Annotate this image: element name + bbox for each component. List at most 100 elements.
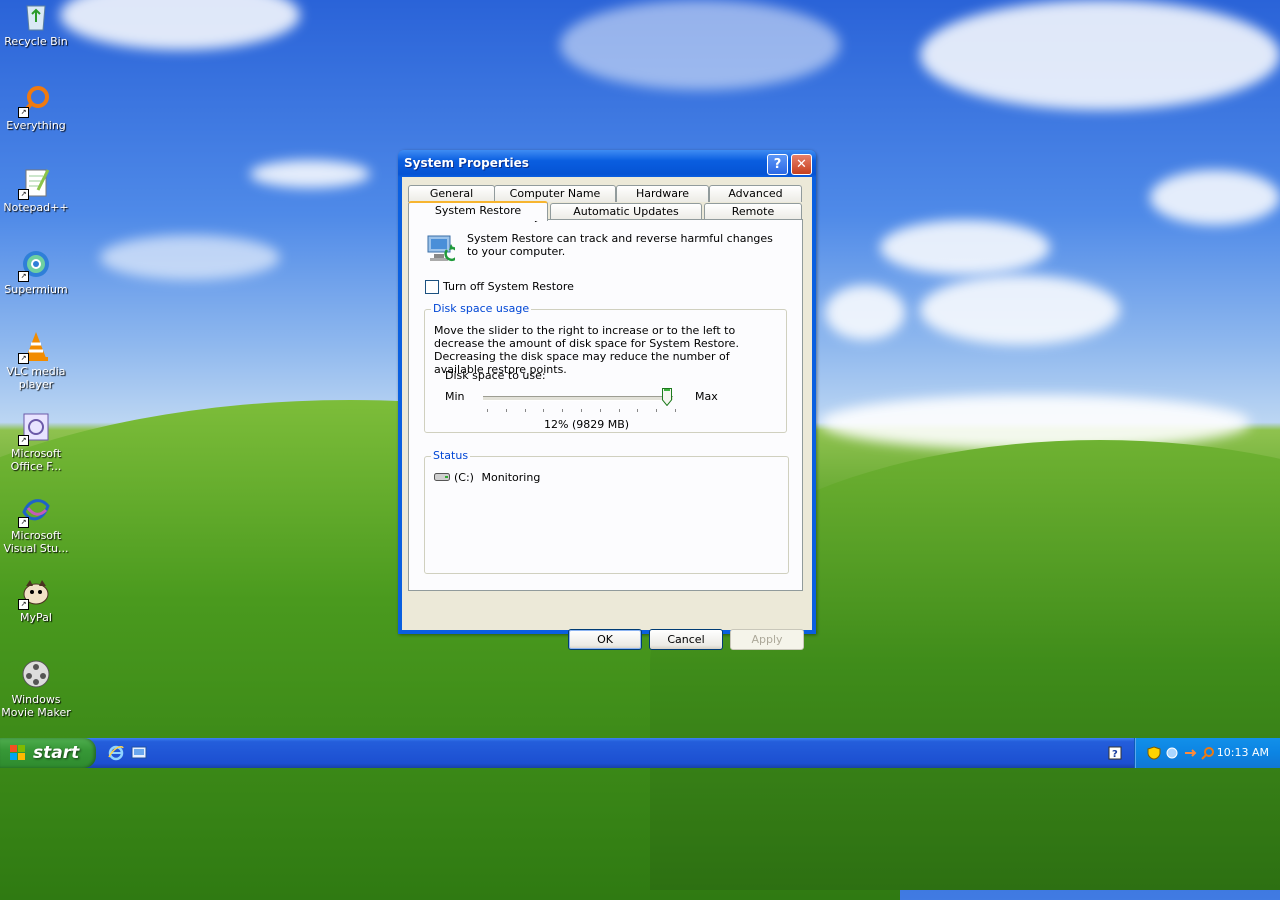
status-state: Monitoring xyxy=(481,471,541,484)
tab-computer-name[interactable]: Computer Name xyxy=(494,185,616,202)
tab-label: Computer Name xyxy=(509,187,601,200)
tab-hardware[interactable]: Hardware xyxy=(616,185,709,202)
desktop-icon-supermium[interactable]: ↗ Supermium xyxy=(0,248,72,296)
mypal-browser-icon: ↗ xyxy=(18,576,52,610)
desktop-icon-recycle-bin[interactable]: Recycle Bin xyxy=(0,0,72,48)
turn-off-system-restore-option[interactable]: Turn off System Restore xyxy=(425,280,574,294)
close-button[interactable]: ✕ xyxy=(791,154,812,175)
tab-label: System Restore xyxy=(434,204,522,217)
shortcut-arrow-icon: ↗ xyxy=(18,517,29,528)
slider-tick xyxy=(618,409,620,412)
shortcut-arrow-icon: ↗ xyxy=(18,271,29,282)
apply-button-label: Apply xyxy=(751,633,783,646)
status-group-title: Status xyxy=(431,449,471,462)
desktop-icon-mypal[interactable]: ↗ MyPal xyxy=(0,576,72,624)
desktop-icon-label: Windows Movie Maker xyxy=(1,693,71,719)
arrow-tray-icon[interactable] xyxy=(1183,746,1197,760)
notepad-plus-plus-icon: ↗ xyxy=(18,166,52,200)
network-icon[interactable] xyxy=(1165,746,1179,760)
desktop-icon-label: MyPal xyxy=(20,611,52,624)
desktop-icon-vlc[interactable]: ↗ VLC media player xyxy=(0,330,72,391)
taskbar: start ? 10:13 AM xyxy=(0,738,1280,768)
supermium-browser-icon: ↗ xyxy=(18,248,52,282)
start-button[interactable]: start xyxy=(0,738,96,768)
window-titlebar[interactable]: System Properties ? ✕ xyxy=(398,150,816,177)
disk-space-value: 12% (9829 MB) xyxy=(544,418,630,431)
tab-label: General xyxy=(429,187,474,200)
movie-maker-icon xyxy=(20,658,52,690)
slider-tick xyxy=(581,409,582,412)
help-icon: ? xyxy=(773,157,782,172)
office-file-icon: ↗ xyxy=(18,412,52,446)
desktop-icon-movie-maker[interactable]: Windows Movie Maker xyxy=(0,658,72,719)
disk-space-slider-track[interactable] xyxy=(483,396,673,401)
close-icon: ✕ xyxy=(796,157,807,172)
dialog-client-area: General Computer Name Hardware Advanced … xyxy=(402,177,812,650)
show-desktop-icon[interactable] xyxy=(131,745,147,761)
disk-space-group-title: Disk space usage xyxy=(431,302,532,315)
cancel-button[interactable]: Cancel xyxy=(649,629,723,650)
slider-tick xyxy=(524,409,526,412)
hard-drive-icon xyxy=(434,472,450,485)
slider-tick xyxy=(656,409,658,412)
desktop-icon-notepad-plus-plus[interactable]: ↗ Notepad++ xyxy=(0,166,72,214)
system-tray: 10:13 AM xyxy=(1134,738,1280,768)
shortcut-arrow-icon: ↗ xyxy=(18,189,29,200)
shortcut-arrow-icon: ↗ xyxy=(18,107,29,118)
slider-max-label: Max xyxy=(695,390,718,403)
shortcut-arrow-icon: ↗ xyxy=(18,353,29,364)
tab-system-restore[interactable]: System Restore xyxy=(408,201,548,221)
help-tray-icon[interactable]: ? xyxy=(1108,746,1122,760)
tab-advanced[interactable]: Advanced xyxy=(709,185,802,202)
vlc-cone-icon: ↗ xyxy=(18,330,52,364)
tab-label: Advanced xyxy=(728,187,783,200)
shortcut-arrow-icon: ↗ xyxy=(18,599,29,610)
tab-general[interactable]: General xyxy=(408,185,495,202)
desktop-icon-label: Microsoft Visual Stu... xyxy=(3,529,69,555)
status-drive-row[interactable]: (C:) Monitoring xyxy=(434,471,540,485)
slider-tick xyxy=(675,409,676,412)
system-restore-icon xyxy=(425,232,459,264)
disk-space-slider-thumb[interactable] xyxy=(662,388,673,407)
desktop-icon-label: Microsoft Office F... xyxy=(10,447,62,473)
desktop-icon-label: Everything xyxy=(6,119,66,132)
tab-label: Hardware xyxy=(635,187,690,200)
windows-logo-icon xyxy=(10,745,26,761)
everything-tray-icon[interactable] xyxy=(1201,746,1215,760)
security-shield-icon[interactable] xyxy=(1147,746,1161,760)
internet-explorer-icon[interactable] xyxy=(108,745,124,761)
intro-text: System Restore can track and reverse har… xyxy=(467,232,773,258)
disk-space-usage-group: Disk space usage Move the slider to the … xyxy=(424,302,787,433)
desktop-icon-label: VLC media player xyxy=(6,365,66,391)
desktop-icon-everything[interactable]: ↗ Everything xyxy=(0,84,72,132)
slider-tick xyxy=(487,409,488,412)
start-label: start xyxy=(33,743,80,763)
cancel-button-label: Cancel xyxy=(667,633,705,646)
ok-button[interactable]: OK xyxy=(568,629,642,650)
slider-tick xyxy=(562,409,564,412)
turn-off-system-restore-label: Turn off System Restore xyxy=(443,280,574,293)
disk-space-to-use-label: Disk space to use: xyxy=(445,369,546,382)
status-group: Status (C:) Monitoring xyxy=(424,449,789,574)
desktop-icon-office-file[interactable]: ↗ Microsoft Office F... xyxy=(0,412,72,473)
everything-search-icon: ↗ xyxy=(18,84,52,118)
slider-tick xyxy=(505,409,507,412)
turn-off-system-restore-checkbox[interactable] xyxy=(425,280,439,294)
desktop-icon-label: Notepad++ xyxy=(3,201,69,214)
slider-tick xyxy=(543,409,545,412)
desktop-icon-visual-studio[interactable]: ↗ Microsoft Visual Stu... xyxy=(0,494,72,555)
status-drive: (C:) xyxy=(454,471,474,484)
help-button[interactable]: ? xyxy=(767,154,788,175)
tab-automatic-updates[interactable]: Automatic Updates xyxy=(550,203,702,220)
shortcut-arrow-icon: ↗ xyxy=(18,435,29,446)
desktop-icon-label: Supermium xyxy=(4,283,68,296)
ok-button-label: OK xyxy=(597,633,613,646)
window-title: System Properties xyxy=(404,156,529,170)
tab-label: Remote xyxy=(731,205,775,218)
system-restore-panel: System Restore can track and reverse har… xyxy=(408,219,803,591)
tab-remote[interactable]: Remote xyxy=(704,203,802,220)
slider-min-label: Min xyxy=(445,390,465,403)
system-properties-window: System Properties ? ✕ General Computer N… xyxy=(398,150,816,650)
slider-tick xyxy=(637,409,639,412)
recycle-bin-icon xyxy=(20,0,52,32)
